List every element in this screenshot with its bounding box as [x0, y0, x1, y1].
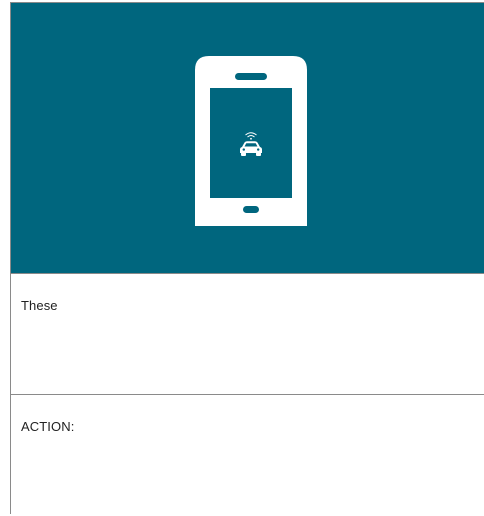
description-text: These	[21, 298, 58, 313]
action-section: ACTION:	[11, 394, 484, 514]
description-section: These	[11, 273, 484, 394]
action-label: ACTION:	[21, 419, 75, 434]
hero-banner	[11, 3, 484, 273]
info-card: These ACTION:	[10, 2, 484, 514]
smartphone-car-icon	[195, 56, 307, 226]
